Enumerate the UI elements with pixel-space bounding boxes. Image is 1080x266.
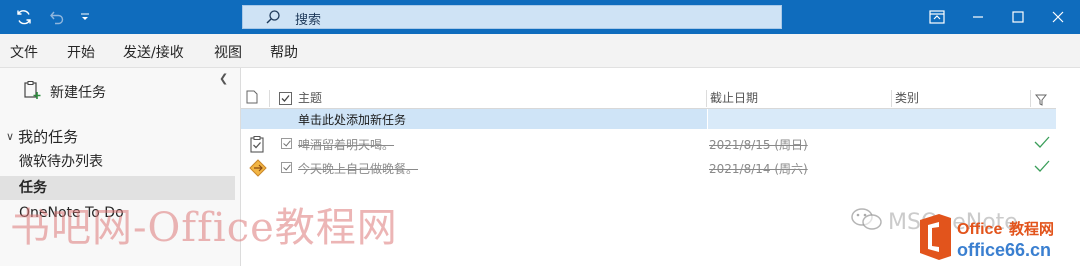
add-task-due-cell[interactable] (707, 109, 1056, 129)
column-header: 主题 截止日期 类别 (241, 88, 1056, 109)
task-subject: 今天晚上自己做晚餐。 (298, 162, 419, 176)
undo-icon[interactable] (44, 0, 70, 34)
subject-column-header[interactable]: 主题 (298, 88, 322, 109)
icon-column-header[interactable] (246, 90, 258, 111)
site-watermark: 书吧网-Office教程网 (10, 205, 398, 251)
menu-help[interactable]: 帮助 (270, 42, 298, 62)
search-icon (265, 9, 281, 29)
add-new-task-row[interactable]: 单击此处添加新任务 (241, 109, 1056, 129)
task-icon (249, 135, 265, 157)
new-task-icon (22, 80, 42, 104)
menu-home[interactable]: 开始 (67, 42, 95, 62)
menu-view[interactable]: 视图 (214, 42, 242, 62)
new-task-button[interactable]: 新建任务 (22, 80, 106, 104)
task-due-date: 2021/8/15 (周日) (709, 138, 808, 152)
office-tutorial-logo: Office 教程网 office66.cn (917, 212, 1077, 262)
svg-text:office66.cn: office66.cn (957, 240, 1051, 260)
minimize-icon[interactable] (962, 0, 994, 34)
ribbon-display-icon[interactable] (922, 0, 952, 34)
completed-check-icon[interactable] (1033, 159, 1051, 177)
add-new-task-placeholder: 单击此处添加新任务 (298, 113, 407, 127)
svg-text:Office: Office (957, 221, 1002, 238)
table-row[interactable]: 今天晚上自己做晚餐。 2021/8/14 (周六) (241, 156, 1056, 180)
collapse-pane-icon[interactable]: ❮ (219, 72, 228, 85)
table-row[interactable]: 啤酒留着明天喝。 2021/8/15 (周日) (241, 132, 1056, 156)
wechat-icon (850, 207, 884, 237)
task-subject: 啤酒留着明天喝。 (298, 138, 395, 152)
my-tasks-group[interactable]: ∨ 我的任务 (6, 126, 78, 147)
due-date-column-header[interactable]: 截止日期 (710, 88, 758, 109)
folder-microsoft-todo[interactable]: 微软待办列表 (0, 150, 235, 174)
menu-send-receive[interactable]: 发送/接收 (123, 42, 184, 62)
task-due-date: 2021/8/14 (周六) (709, 162, 808, 176)
search-placeholder: 搜索 (295, 13, 322, 28)
svg-text:教程网: 教程网 (1008, 220, 1054, 238)
new-task-label: 新建任务 (50, 85, 106, 101)
complete-checkbox[interactable] (281, 138, 292, 149)
complete-checkbox[interactable] (281, 162, 292, 173)
close-icon[interactable] (1042, 0, 1074, 34)
my-tasks-label: 我的任务 (18, 128, 79, 146)
quick-access-dropdown-icon[interactable] (76, 0, 94, 34)
menu-file[interactable]: 文件 (10, 42, 38, 62)
completed-check-icon[interactable] (1033, 135, 1051, 153)
assigned-task-icon (249, 159, 267, 181)
title-bar: 搜索 (0, 0, 1080, 34)
sync-icon[interactable] (10, 0, 38, 34)
category-column-header[interactable]: 类别 (895, 88, 919, 109)
chevron-down-icon: ∨ (6, 130, 15, 143)
maximize-icon[interactable] (1002, 0, 1034, 34)
menu-bar: 文件 开始 发送/接收 视图 帮助 (0, 34, 1080, 68)
search-box[interactable]: 搜索 (242, 5, 782, 29)
